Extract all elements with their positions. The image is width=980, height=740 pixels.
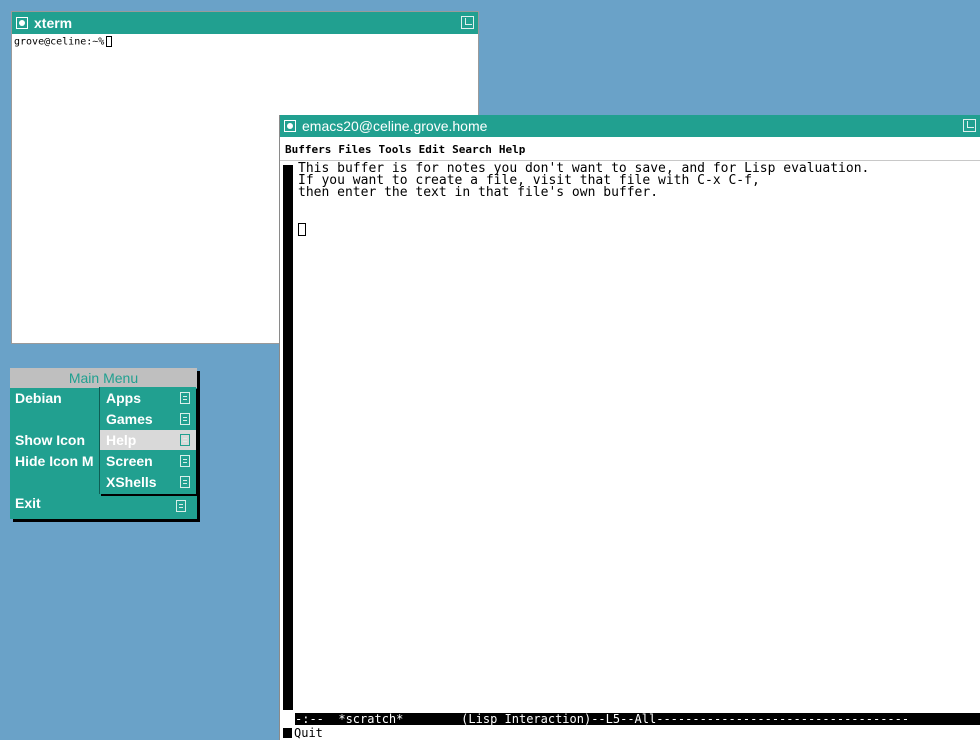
emacs-title: emacs20@celine.grove.home	[302, 118, 488, 134]
xterm-titlebar[interactable]: xterm	[12, 12, 478, 34]
submenu-item-help[interactable]: Help	[100, 430, 196, 450]
submenu-item-games[interactable]: Games	[100, 409, 196, 429]
menu-search[interactable]: Search	[452, 143, 492, 156]
submenu-arrow-icon	[180, 476, 190, 488]
emacs-scrollbar[interactable]	[283, 165, 293, 710]
submenu-item-screen[interactable]: Screen	[100, 451, 196, 471]
scratch-buffer[interactable]: This buffer is for notes you don't want …	[298, 162, 980, 710]
window-menu-icon[interactable]	[16, 17, 28, 29]
menu-buffers[interactable]: Buffers	[285, 143, 331, 156]
maximize-icon[interactable]	[963, 119, 976, 132]
minibuffer-text: Quit	[294, 726, 323, 740]
submenu-arrow-icon	[180, 392, 190, 404]
submenu-item-xshells[interactable]: XShells	[100, 472, 196, 492]
debian-submenu: Apps Games Help Screen XShells	[99, 387, 196, 494]
menu-item-hide-icon[interactable]: Hide Icon M	[15, 451, 94, 471]
menu-item-show-icon[interactable]: Show Icon	[15, 430, 85, 450]
submenu-label: Games	[106, 411, 153, 427]
minibuffer-cursor	[283, 728, 292, 738]
xterm-title: xterm	[34, 15, 73, 31]
buffer-line: then enter the text in that file's own b…	[298, 185, 659, 200]
emacs-titlebar[interactable]: emacs20@celine.grove.home	[280, 115, 980, 137]
menu-tools[interactable]: Tools	[378, 143, 411, 156]
maximize-icon[interactable]	[461, 16, 474, 29]
submenu-label: Apps	[106, 390, 141, 406]
emacs-window[interactable]: emacs20@celine.grove.home Buffers Files …	[279, 115, 980, 740]
submenu-label: Screen	[106, 453, 153, 469]
menu-files[interactable]: Files	[338, 143, 371, 156]
menu-item-exit[interactable]: Exit	[15, 493, 41, 513]
submenu-arrow-icon	[180, 455, 190, 467]
submenu-label: Help	[106, 432, 137, 448]
submenu-item-apps[interactable]: Apps	[100, 388, 196, 408]
emacs-cursor	[298, 223, 306, 236]
main-menu-title: Main Menu	[10, 368, 197, 388]
menu-edit[interactable]: Edit	[419, 143, 446, 156]
submenu-arrow-icon	[180, 413, 190, 425]
mode-line: -:-- *scratch* (Lisp Interaction)--L5--A…	[295, 713, 980, 725]
minibuffer[interactable]: Quit	[283, 727, 323, 739]
submenu-arrow-icon	[180, 434, 190, 446]
menu-help[interactable]: Help	[499, 143, 526, 156]
submenu-arrow-icon	[176, 500, 186, 512]
window-menu-icon[interactable]	[284, 120, 296, 132]
submenu-label: XShells	[106, 474, 157, 490]
terminal-cursor	[106, 36, 113, 47]
shell-prompt: grove@celine:~%	[14, 36, 105, 48]
emacs-menubar: Buffers Files Tools Edit Search Help	[280, 139, 980, 161]
menu-item-debian[interactable]: Debian	[15, 388, 62, 408]
